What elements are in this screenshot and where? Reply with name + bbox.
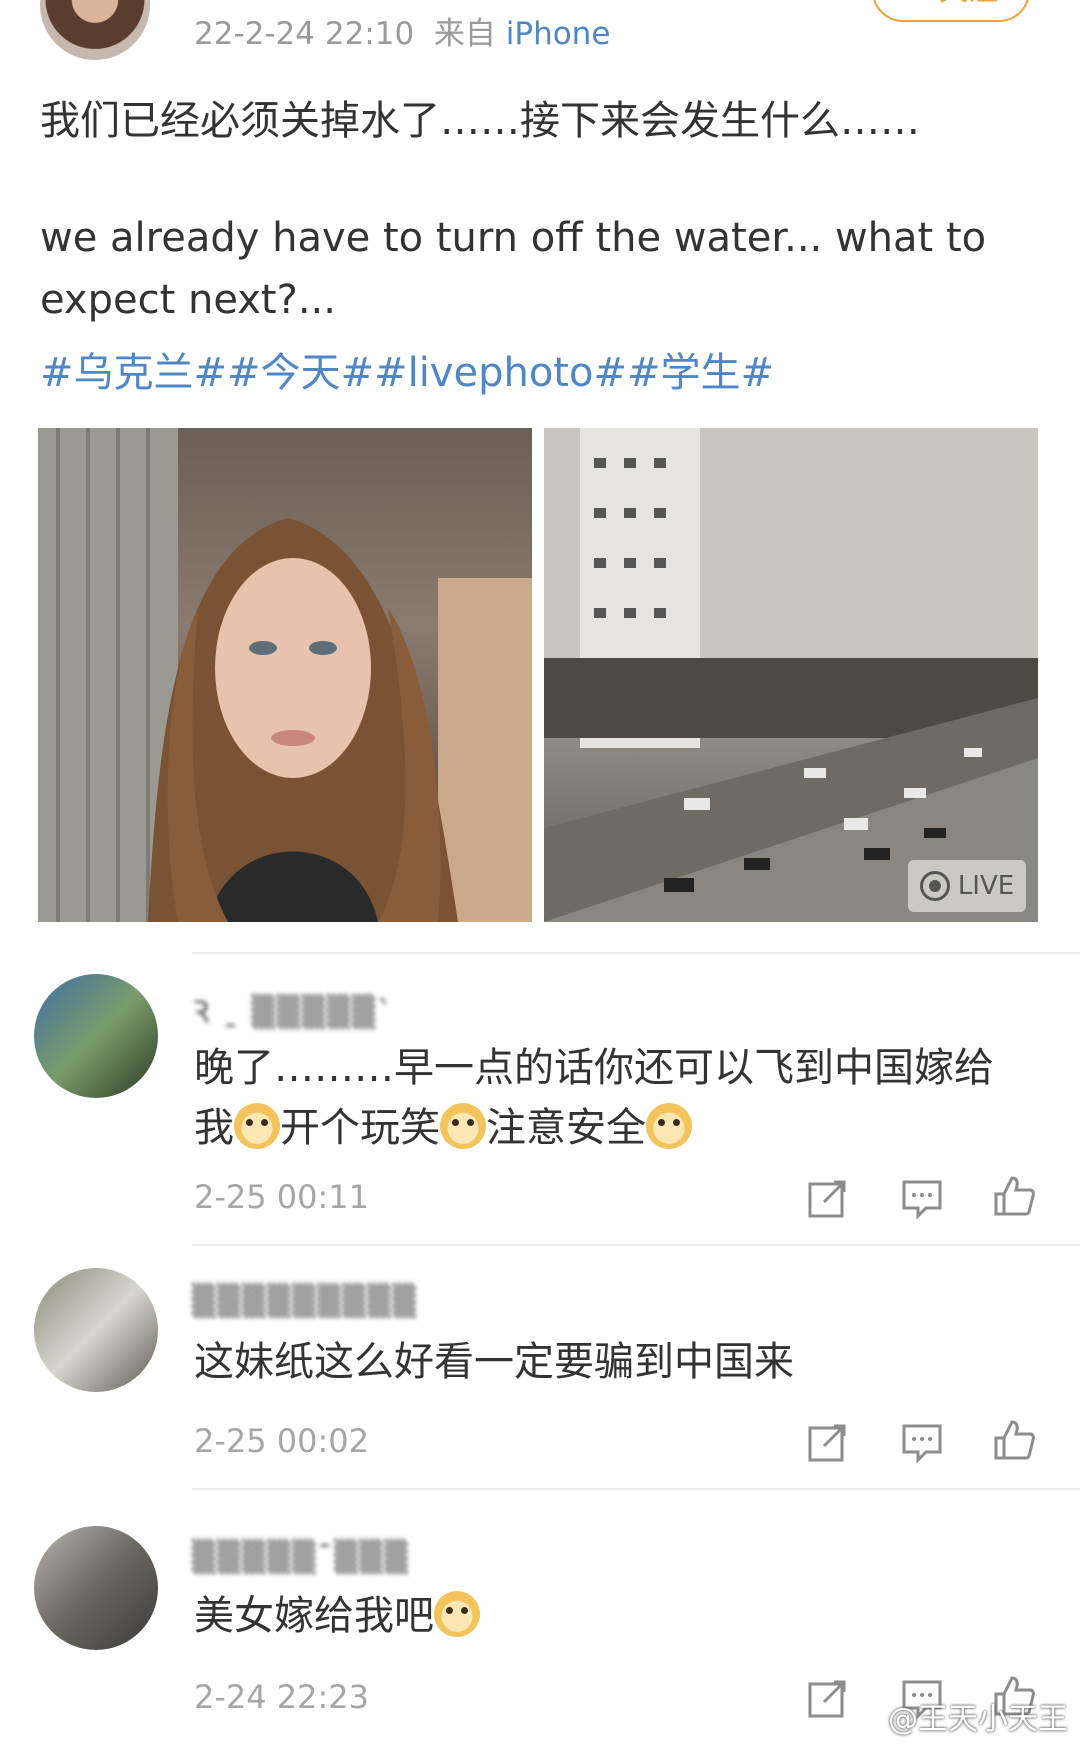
comment-timestamp: 2-25 00:11: [194, 1178, 370, 1216]
post-meta: 22-2-24 22:10 来自 iPhone: [194, 8, 610, 53]
live-photo-icon: [919, 871, 950, 901]
thumbs-up-icon[interactable]: [992, 1418, 1036, 1462]
comment-text-part: 开个玩笑: [280, 1105, 440, 1151]
comment-icon[interactable]: [900, 1176, 944, 1220]
doge-emoji-icon: [234, 1103, 280, 1149]
comment-text: 美女嫁给我吧: [194, 1586, 1024, 1646]
portrait-illustration: [38, 428, 532, 922]
comment-avatar[interactable]: [34, 1268, 158, 1392]
follow-button[interactable]: + 关注: [872, 0, 1030, 22]
comment-text: 晚了………早一点的话你还可以飞到中国嫁给我 开个玩笑 注意安全: [194, 1038, 1024, 1158]
comment-text-part: 美女嫁给我吧: [194, 1593, 434, 1639]
comment-divider: [192, 952, 1080, 954]
street-illustration: [544, 428, 1038, 922]
share-icon[interactable]: [806, 1420, 850, 1464]
post-text-english-line1: we already have to turn off the water...…: [40, 215, 987, 261]
post-text-chinese: 我们已经必须关掉水了……接下来会发生什么……: [40, 98, 920, 144]
live-badge-label: LIVE: [957, 871, 1015, 901]
post-source-prefix: 来自: [433, 16, 496, 52]
comment-avatar[interactable]: [34, 1526, 158, 1650]
comment-username[interactable]: Ꝛ ˍ ▒▒▒▒▒ˋ: [192, 990, 394, 1030]
weibo-watermark: @王天小天王: [888, 1702, 1068, 1737]
doge-emoji-icon: [440, 1103, 486, 1149]
comment-timestamp: 2-25 00:02: [194, 1422, 370, 1460]
share-icon[interactable]: [806, 1176, 850, 1220]
comment-icon[interactable]: [900, 1420, 944, 1464]
thumbs-up-icon[interactable]: [992, 1174, 1036, 1218]
comment-username[interactable]: ▒▒▒▒▒▒▒▒▒: [192, 1284, 418, 1319]
comment-divider: [192, 1244, 1080, 1246]
post-timestamp: 22-2-24 22:10: [194, 16, 415, 52]
comment-text: 这妹纸这么好看一定要骗到中国来: [194, 1339, 794, 1385]
post-source[interactable]: iPhone: [506, 16, 611, 52]
comment-text-part: 注意安全: [486, 1105, 646, 1151]
comment-avatar[interactable]: [34, 974, 158, 1098]
post-hashtags[interactable]: #乌克兰##今天##livephoto##学生#: [40, 340, 774, 398]
post-author-avatar[interactable]: [40, 0, 150, 60]
post-photo-portrait[interactable]: [38, 428, 532, 922]
live-photo-badge[interactable]: LIVE: [908, 860, 1026, 912]
comment-divider: [192, 1488, 1080, 1490]
comment-timestamp: 2-24 22:23: [194, 1678, 370, 1716]
post-photo-street[interactable]: LIVE: [544, 428, 1038, 922]
comment-username[interactable]: ▒▒▒▒▒ˉ▒▒▒: [192, 1540, 410, 1575]
share-icon[interactable]: [806, 1676, 850, 1720]
post-text-english-line2: expect next?...: [40, 277, 336, 323]
doge-emoji-icon: [434, 1591, 480, 1637]
doge-emoji-icon: [646, 1103, 692, 1149]
